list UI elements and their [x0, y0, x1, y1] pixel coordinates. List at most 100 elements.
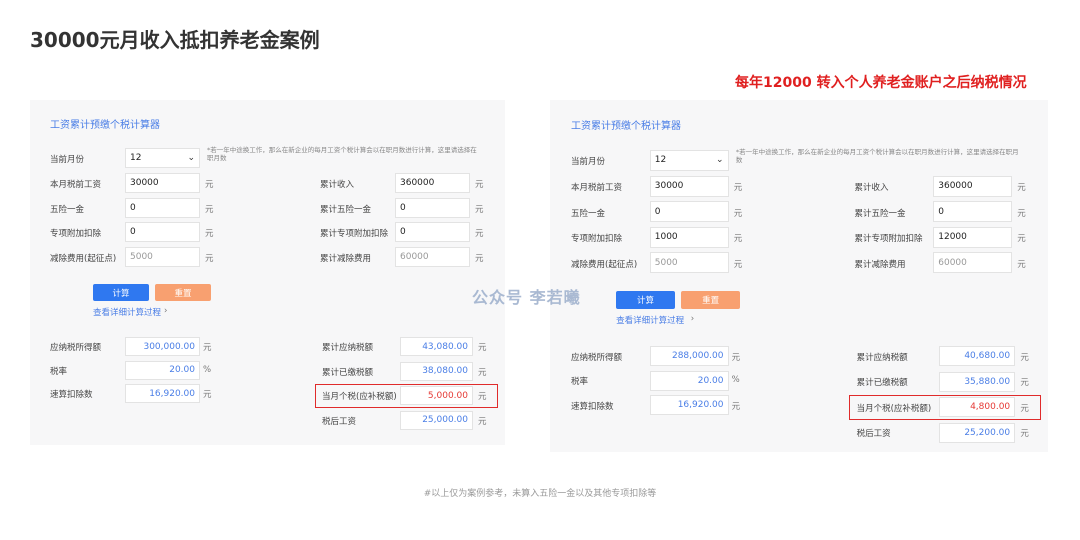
result-value: 300,000.00	[125, 337, 200, 356]
input-field[interactable]: 30000	[125, 173, 200, 193]
chevron-right-icon: ›	[690, 314, 695, 325]
input-label: 减除费用(起征点)	[571, 259, 638, 270]
unit-label: 元	[1017, 183, 1026, 194]
input-label: 五险一金	[50, 204, 85, 215]
monthly-tax-highlight-box	[849, 395, 1042, 421]
input-field[interactable]: 5000	[125, 246, 200, 267]
result-label: 税后工资	[322, 416, 357, 427]
calculate-button[interactable]: 计算	[616, 291, 675, 310]
detail-link[interactable]: 查看详细计算过程	[93, 306, 161, 318]
cumulative-field[interactable]: 0	[395, 222, 470, 242]
monthly-tax-highlight-box	[315, 384, 498, 408]
unit-label: 元	[205, 204, 214, 215]
unit-label: 元	[1020, 352, 1029, 363]
result-value: 40,680.00	[938, 346, 1016, 367]
reset-button[interactable]: 重置	[155, 284, 211, 301]
unit-label: 元	[1017, 234, 1026, 245]
tax-calculator-panel: 工资累计预缴个税计算器 当前月份 12 ⌄ *若一年中途换工作，那么在新企业的每月工资个…	[550, 100, 1048, 452]
input-field[interactable]: 30000	[649, 175, 729, 197]
unit-label: 元	[733, 208, 743, 219]
month-select[interactable]: 12 ⌄	[125, 148, 200, 168]
cumulative-field[interactable]: 0	[933, 201, 1012, 223]
cumulative-field[interactable]: 360000	[395, 173, 470, 193]
unit-label: 元	[1017, 259, 1026, 270]
result-label: 速算扣除数	[50, 390, 93, 400]
cumulative-field[interactable]: 12000	[933, 226, 1012, 248]
input-label: 五险一金	[571, 208, 606, 219]
cumulative-field[interactable]: 60000	[933, 252, 1012, 274]
chevron-right-icon: ›	[164, 306, 168, 316]
cumulative-label: 累计收入	[320, 180, 355, 190]
unit-label: 元	[478, 343, 487, 353]
cumulative-label: 累计五险一金	[320, 204, 372, 215]
unit-label: 元	[205, 229, 214, 239]
result-label: 速算扣除数	[571, 401, 614, 412]
footnote: #以上仅为案例参考，未算入五险一金以及其他专项扣除等	[423, 489, 657, 499]
calculator-title: 工资累计预缴个税计算器	[571, 120, 681, 132]
result-label: 累计应纳税额	[322, 343, 374, 353]
month-select[interactable]: 12 ⌄	[649, 149, 729, 171]
unit-label: 元	[478, 367, 487, 378]
cumulative-field[interactable]: 60000	[395, 246, 470, 267]
unit-label: 元	[1017, 208, 1026, 219]
result-label: 税后工资	[856, 429, 891, 440]
unit-label: 元	[203, 343, 212, 353]
unit-label: 元	[205, 253, 214, 264]
reset-button[interactable]: 重置	[681, 291, 741, 310]
result-label: 累计已缴税额	[322, 367, 374, 378]
month-value: 12	[654, 155, 667, 166]
unit-label: 元	[731, 401, 741, 412]
result-value: 43,080.00	[400, 337, 473, 356]
unit-label: 元	[205, 180, 214, 190]
cumulative-label: 累计专项附加扣除	[320, 229, 389, 239]
month-note: *若一年中途换工作，那么在新企业的每月工资个税计算会以在职月数进行计算，这里请选…	[735, 147, 1019, 164]
unit-label: 元	[475, 204, 484, 215]
result-value: 20.00	[649, 370, 729, 391]
unit-label: %	[731, 375, 740, 386]
unit-label: 元	[475, 253, 484, 264]
unit-label: 元	[733, 259, 743, 270]
chevron-down-icon: ⌄	[715, 155, 724, 166]
unit-label: 元	[733, 183, 743, 194]
result-value: 35,880.00	[938, 371, 1016, 392]
month-label: 当前月份	[50, 155, 85, 165]
unit-label: 元	[203, 390, 212, 400]
input-label: 本月税前工资	[571, 183, 623, 194]
unit-label: 元	[733, 234, 743, 245]
result-label: 累计应纳税额	[856, 352, 908, 363]
result-label: 应纳税所得额	[571, 352, 623, 363]
input-field[interactable]: 1000	[649, 226, 729, 248]
result-value: 25,200.00	[938, 422, 1016, 443]
result-label: 累计已缴税额	[856, 378, 908, 389]
cumulative-field[interactable]: 0	[395, 197, 470, 218]
cumulative-field[interactable]: 360000	[933, 175, 1012, 197]
unit-label: 元	[1020, 378, 1029, 389]
chevron-down-icon: ⌄	[187, 153, 195, 163]
input-field[interactable]: 0	[125, 197, 200, 218]
cumulative-label: 累计减除费用	[854, 259, 906, 270]
result-label: 税率	[571, 377, 589, 388]
calculate-button[interactable]: 计算	[93, 284, 149, 301]
cumulative-label: 累计五险一金	[854, 208, 906, 219]
unit-label: 元	[1020, 429, 1029, 440]
comparison-heading: 每年12000 转入个人养老金账户之后纳税情况	[735, 75, 1027, 91]
detail-link[interactable]: 查看详细计算过程	[616, 314, 684, 326]
watermark: 公众号 李若曦	[472, 288, 581, 307]
cumulative-label: 累计收入	[854, 183, 889, 194]
calculator-title: 工资累计预缴个税计算器	[50, 120, 160, 131]
result-value: 16,920.00	[649, 395, 729, 416]
input-field[interactable]: 0	[125, 222, 200, 242]
page-title: 30000元月收入抵扣养老金案例	[30, 28, 320, 52]
result-value: 288,000.00	[649, 346, 729, 367]
input-label: 减除费用(起征点)	[50, 253, 117, 264]
result-value: 38,080.00	[400, 361, 473, 381]
input-field[interactable]: 0	[649, 201, 729, 223]
input-field[interactable]: 5000	[649, 252, 729, 274]
unit-label: 元	[478, 416, 487, 427]
month-value: 12	[130, 153, 142, 163]
month-note: *若一年中途换工作，那么在新企业的每月工资个税计算会以在职月数进行计算，这里请选…	[207, 146, 477, 162]
unit-label: 元	[731, 352, 741, 363]
cumulative-label: 累计减除费用	[320, 253, 372, 264]
unit-label: 元	[475, 180, 484, 190]
result-value: 25,000.00	[400, 410, 473, 430]
